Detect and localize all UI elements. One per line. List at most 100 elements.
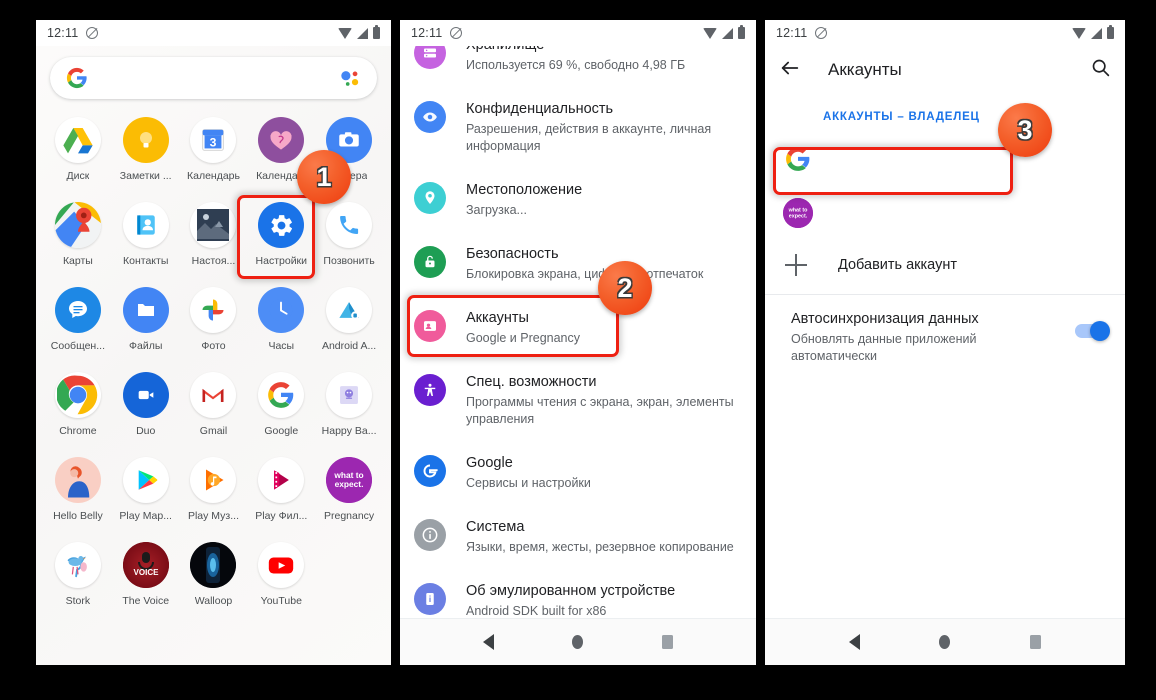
phone-screen-accounts: 12:11 Аккаунты АККАУНТЫ – ВЛАДЕЛЕЦ what …: [765, 20, 1125, 665]
android-auto-icon: [326, 287, 373, 333]
search-icon[interactable]: [1090, 57, 1111, 83]
app-messages[interactable]: Сообщен...: [44, 283, 112, 368]
settings-item-title: Об эмулированном устройстве: [466, 583, 676, 599]
app-chrome[interactable]: Chrome: [44, 368, 112, 453]
settings-item-title: Система: [466, 519, 525, 535]
settings-item-title: Местоположение: [466, 182, 583, 198]
app-calendar[interactable]: 3 Календарь: [180, 113, 248, 198]
app-game[interactable]: Настоя...: [180, 198, 248, 283]
app-pregnancy[interactable]: what to expect. Pregnancy: [315, 453, 383, 538]
app-play-movies[interactable]: Play Фил...: [247, 453, 315, 538]
settings-item-system[interactable]: Система Языки, время, жесты, резервное к…: [400, 505, 756, 569]
settings-item-security[interactable]: Безопасность Блокировка экрана, цифровой…: [400, 232, 756, 296]
home-circle-icon[interactable]: [572, 635, 584, 649]
google-photos-icon: [190, 287, 237, 333]
settings-item-subtitle: Загрузка...: [466, 203, 527, 217]
app-gmail[interactable]: Gmail: [180, 368, 248, 453]
settings-item-title: Конфиденциальность: [466, 101, 614, 117]
settings-item-privacy[interactable]: Конфиденциальность Разрешения, действия …: [400, 87, 756, 168]
settings-item-accounts[interactable]: Аккаунты Google и Pregnancy: [400, 296, 756, 360]
app-label: Файлы: [129, 340, 163, 352]
settings-item-about-phone[interactable]: Об эмулированном устройстве Android SDK …: [400, 569, 756, 618]
play-store-icon: [122, 457, 169, 503]
settings-item-text: Спец. возможности Программы чтения с экр…: [466, 373, 740, 428]
account-row-pregnancy[interactable]: what to expect.: [765, 186, 1125, 240]
system-info-icon: [414, 519, 446, 551]
back-arrow-icon[interactable]: [779, 57, 801, 84]
app-duo[interactable]: Duo: [112, 368, 180, 453]
google-search-bar[interactable]: [50, 57, 377, 99]
app-photos[interactable]: Фото: [180, 283, 248, 368]
walloop-icon: [190, 542, 237, 588]
recents-square-icon[interactable]: [661, 635, 673, 649]
accessibility-icon: [414, 374, 446, 406]
app-phone[interactable]: Позвонить: [315, 198, 383, 283]
app-happy-baby[interactable]: Happy Ba...: [315, 368, 383, 453]
autosync-text: Автосинхронизация данных Обновлять данны…: [791, 310, 1075, 365]
app-label: Google: [264, 425, 299, 437]
app-drive[interactable]: Диск: [44, 113, 112, 198]
app-keep[interactable]: Заметки ...: [112, 113, 180, 198]
pregnancy-heart-icon: [258, 117, 305, 163]
about-phone-icon: [414, 583, 446, 615]
app-play-music[interactable]: Play Муз...: [180, 453, 248, 538]
app-google[interactable]: Google: [247, 368, 315, 453]
google-assistant-icon[interactable]: [339, 67, 361, 89]
recents-square-icon[interactable]: [1030, 635, 1042, 649]
app-settings[interactable]: Настройки: [247, 198, 315, 283]
home-screen: Диск Заметки ... 3 Календарь Календа... …: [36, 46, 391, 665]
settings-item-subtitle: Блокировка экрана, цифровой отпечаток: [466, 267, 704, 281]
autosync-toggle[interactable]: [1075, 321, 1110, 341]
app-hello-belly[interactable]: Hello Belly: [44, 453, 112, 538]
do-not-disturb-icon: [815, 27, 828, 39]
app-maps[interactable]: Карты: [44, 198, 112, 283]
app-label: Gmail: [199, 425, 228, 437]
plus-icon: [785, 254, 807, 276]
app-label: Chrome: [59, 425, 97, 437]
app-walloop[interactable]: Walloop: [180, 538, 248, 623]
settings-item-accessibility[interactable]: Спец. возможности Программы чтения с экр…: [400, 360, 756, 441]
play-music-icon: [190, 457, 237, 503]
phone-screen-home: 12:11 Диск Заметки ... 3 Календарь Кален…: [36, 20, 391, 665]
contacts-icon: [122, 202, 169, 248]
step-badge-2: 2: [598, 261, 652, 315]
autosync-subtitle: Обновлять данные приложений автоматическ…: [791, 332, 977, 363]
accounts-icon: [414, 310, 446, 342]
app-clock[interactable]: Часы: [247, 283, 315, 368]
wifi-icon: [338, 27, 352, 39]
app-youtube[interactable]: YouTube: [247, 538, 315, 623]
status-bar: 12:11: [400, 20, 756, 46]
app-label: The Voice: [122, 595, 170, 607]
account-row-google[interactable]: [765, 132, 1125, 186]
settings-item-location[interactable]: Местоположение Загрузка...: [400, 168, 756, 232]
wifi-icon: [703, 27, 717, 39]
app-label: Android A...: [321, 340, 377, 352]
add-account-row[interactable]: Добавить аккаунт: [765, 240, 1125, 290]
app-contacts[interactable]: Контакты: [112, 198, 180, 283]
settings-item-storage[interactable]: Хранилище Используется 69 %, свободно 4,…: [400, 46, 756, 87]
app-android-auto[interactable]: Android A...: [315, 283, 383, 368]
messages-icon: [54, 287, 101, 333]
settings-item-text: Конфиденциальность Разрешения, действия …: [466, 100, 740, 155]
app-play-store[interactable]: Play Map...: [112, 453, 180, 538]
navigation-bar: [765, 618, 1125, 665]
status-icons: [338, 24, 380, 39]
storage-icon: [414, 46, 446, 69]
home-circle-icon[interactable]: [939, 635, 951, 649]
app-files[interactable]: Файлы: [112, 283, 180, 368]
chrome-icon: [54, 372, 101, 418]
accounts-body: АККАУНТЫ – ВЛАДЕЛЕЦ what to expect. Доба…: [765, 94, 1125, 618]
app-label: Сообщен...: [50, 340, 105, 352]
app-label: Часы: [268, 340, 295, 352]
step-badge-1: 1: [297, 150, 351, 204]
app-the-voice[interactable]: VOICE The Voice: [112, 538, 180, 623]
settings-item-google[interactable]: Google Сервисы и настройки: [400, 441, 756, 505]
app-stork[interactable]: Stork: [44, 538, 112, 623]
settings-item-text: Об эмулированном устройстве Android SDK …: [466, 582, 679, 618]
game-icon: [190, 202, 237, 248]
autosync-row[interactable]: Автосинхронизация данных Обновлять данны…: [765, 295, 1125, 377]
svg-text:VOICE: VOICE: [133, 568, 159, 577]
back-triangle-icon[interactable]: [483, 634, 495, 650]
back-triangle-icon[interactable]: [848, 634, 860, 650]
svg-text:expect.: expect.: [789, 214, 808, 220]
